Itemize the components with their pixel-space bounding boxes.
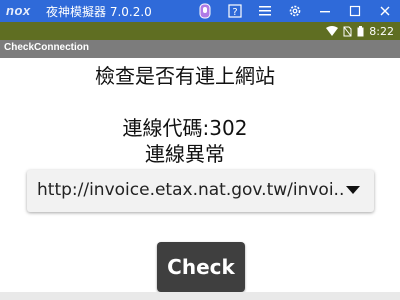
main-content: 檢查是否有連上網站 連線代碼:302 連線異常 http://invoice.e… [0,58,400,300]
emulator-logo: nox [6,3,31,18]
clock: 8:22 [369,24,394,38]
app-title: CheckConnection [4,42,90,53]
url-dropdown[interactable]: http://invoice.etax.nat.gov.tw/invoi.. [27,170,374,212]
connection-status-text: 連線異常 [145,142,225,166]
check-button[interactable]: Check [157,242,245,292]
bottom-edge [0,292,400,300]
maximize-icon[interactable] [346,2,364,20]
menu-icon[interactable] [256,2,274,20]
settings-icon[interactable] [286,2,304,20]
minimize-icon[interactable] [316,2,334,20]
dropdown-arrow-icon [346,186,360,194]
android-status-bar: 8:22 [0,22,400,40]
help-icon[interactable]: ? [226,2,244,20]
page-heading: 檢查是否有連上網站 [95,64,275,88]
no-sim-icon [343,26,352,37]
svg-text:?: ? [232,7,237,18]
wifi-icon [326,26,339,36]
emulator-controls: ? [196,2,400,20]
close-icon[interactable] [376,2,394,20]
app-action-bar: CheckConnection [0,40,400,58]
battery-icon [357,25,364,37]
phone-icon[interactable] [196,2,214,20]
emulator-title: 夜神模擬器 7.0.2.0 [46,5,152,19]
emulator-title-bar: nox 夜神模擬器 7.0.2.0 ? [0,0,400,22]
url-dropdown-value: http://invoice.etax.nat.gov.tw/invoi.. [37,180,345,200]
connection-code-text: 連線代碼:302 [122,116,248,140]
